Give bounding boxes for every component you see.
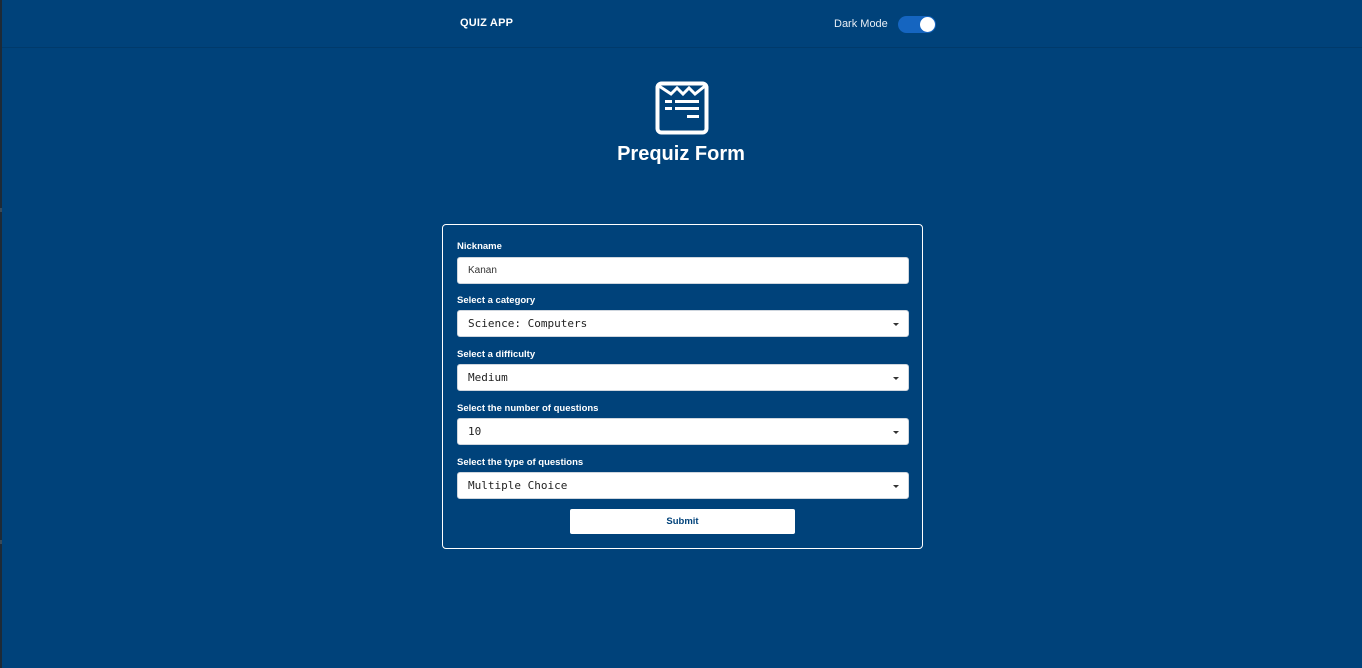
submit-button[interactable]: Submit [570, 509, 795, 534]
quiz-form-icon [655, 81, 709, 135]
edge-marker [0, 208, 2, 212]
edge-marker [0, 540, 2, 544]
dark-mode-label: Dark Mode [834, 18, 888, 30]
caret-down-icon [893, 431, 899, 434]
prequiz-form: Nickname Kanan Select a category Science… [442, 224, 923, 549]
category-value: Science: Computers [468, 317, 588, 330]
num-questions-label: Select the number of questions [457, 403, 599, 414]
top-navbar: QUIZ APP Dark Mode [2, 0, 1362, 48]
difficulty-label: Select a difficulty [457, 349, 536, 360]
nickname-field[interactable]: Kanan [457, 257, 909, 284]
num-questions-value: 10 [468, 425, 482, 438]
caret-down-icon [893, 323, 899, 326]
question-type-label: Select the type of questions [457, 457, 584, 468]
page-title: Prequiz Form [617, 143, 745, 165]
difficulty-value: Medium [468, 371, 508, 384]
caret-down-icon [893, 485, 899, 488]
question-type-value: Multiple Choice [468, 479, 568, 492]
num-questions-select[interactable]: 10 [457, 418, 909, 445]
caret-down-icon [893, 377, 899, 380]
question-type-select[interactable]: Multiple Choice [457, 472, 909, 499]
toggle-knob [920, 17, 935, 32]
dark-mode-toggle[interactable] [898, 16, 936, 33]
category-label: Select a category [457, 295, 536, 306]
window-edge [0, 0, 2, 668]
app-brand[interactable]: QUIZ APP [460, 17, 513, 29]
category-select[interactable]: Science: Computers [457, 310, 909, 337]
nickname-label: Nickname [457, 241, 502, 252]
difficulty-select[interactable]: Medium [457, 364, 909, 391]
nickname-value: Kanan [468, 265, 497, 276]
